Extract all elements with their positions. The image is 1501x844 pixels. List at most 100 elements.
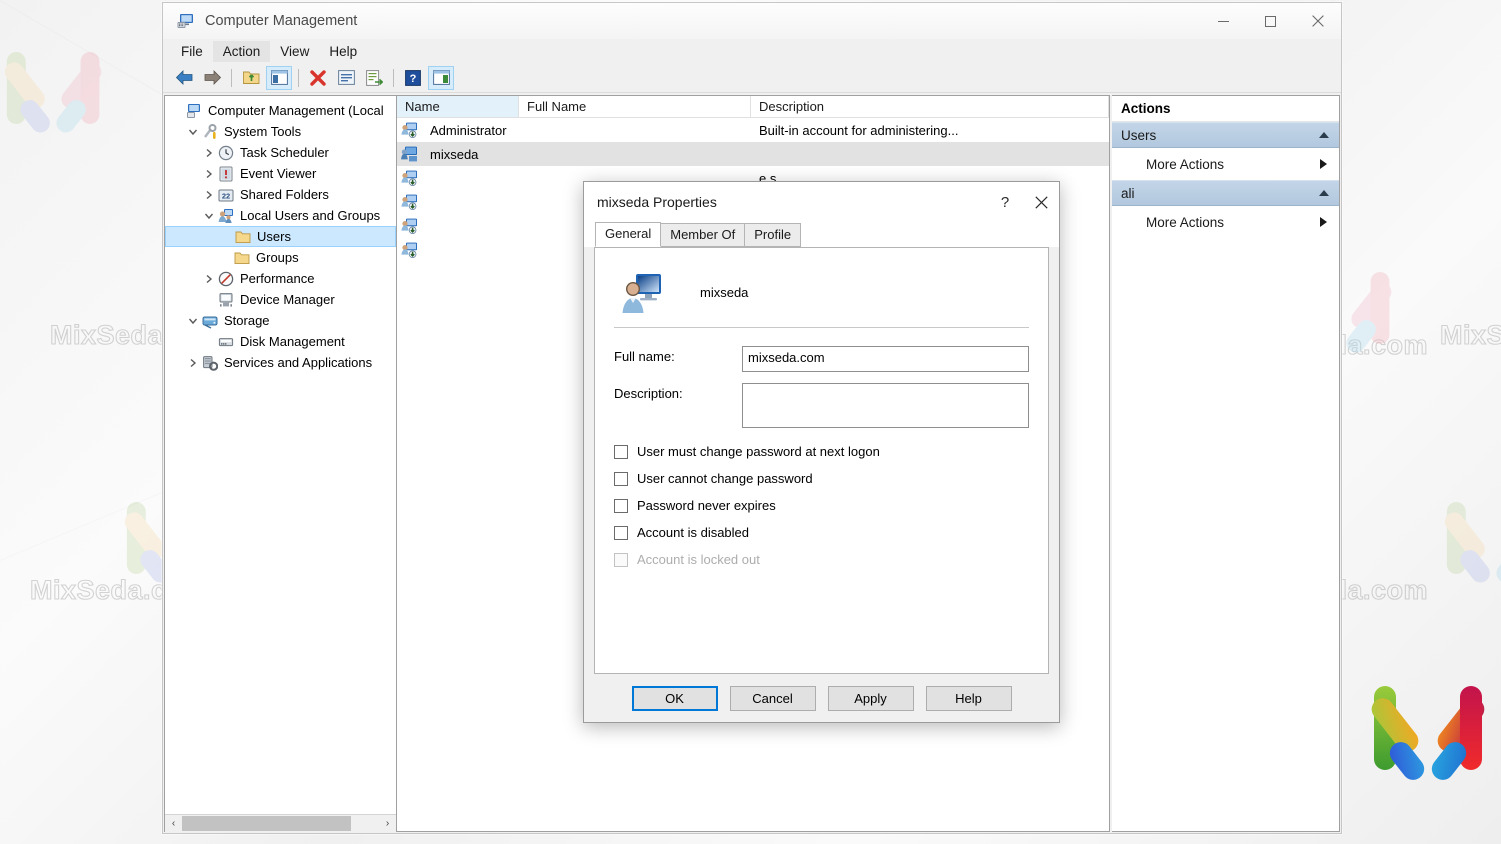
chevron-down-icon[interactable] (185, 316, 201, 326)
tree-node-services-and-applications[interactable]: Services and Applications (165, 352, 396, 373)
scroll-right-icon[interactable]: › (379, 815, 396, 832)
checkbox-label: Account is disabled (637, 525, 749, 540)
description-input[interactable] (742, 383, 1029, 428)
tab-general[interactable]: General (595, 222, 661, 247)
menu-help[interactable]: Help (319, 41, 367, 62)
tree-node-label: System Tools (224, 124, 301, 139)
actions-group-label: Users (1121, 128, 1156, 143)
collapse-caret-icon[interactable] (1319, 190, 1329, 196)
dialog-user-header: mixseda (614, 265, 1029, 320)
cancel-button[interactable]: Cancel (730, 686, 816, 711)
tree-node-system-tools[interactable]: System Tools (165, 121, 396, 142)
tree-node-label: Computer Management (Local (208, 103, 384, 118)
checkbox-password-never-expires[interactable] (614, 499, 628, 513)
tree-node-storage[interactable]: Storage (165, 310, 396, 331)
apply-button[interactable]: Apply (828, 686, 914, 711)
tree-node-computer-management-local[interactable]: Computer Management (Local (165, 100, 396, 121)
toolbar-separator (231, 69, 232, 87)
show-hide-tree-icon[interactable] (266, 66, 292, 90)
help-icon[interactable]: ? (400, 66, 426, 90)
system-tools-icon (201, 124, 219, 140)
actions-group-label: ali (1121, 186, 1135, 201)
dialog-help-button[interactable]: ? (987, 186, 1023, 218)
user-account-icon (401, 242, 418, 258)
tree-node-task-scheduler[interactable]: Task Scheduler (165, 142, 396, 163)
checkbox-user-must-change-password-at-next-logon[interactable] (614, 445, 628, 459)
checkbox-row[interactable]: User must change password at next logon (614, 439, 1029, 464)
delete-icon[interactable] (305, 66, 331, 90)
column-header-description[interactable]: Description (751, 96, 1109, 118)
tree-node-label: Task Scheduler (240, 145, 329, 160)
folder-icon (233, 250, 251, 266)
up-one-level-icon[interactable] (238, 66, 264, 90)
description-label: Description: (614, 383, 742, 401)
chevron-down-icon[interactable] (185, 127, 201, 137)
tree-node-label: Local Users and Groups (240, 208, 380, 223)
scroll-track[interactable] (182, 815, 379, 832)
tree-node-shared-folders[interactable]: 22Shared Folders (165, 184, 396, 205)
actions-group-header-users[interactable]: Users (1112, 122, 1339, 148)
menu-view[interactable]: View (270, 41, 319, 62)
tree-node-device-manager[interactable]: Device Manager (165, 289, 396, 310)
tree-node-local-users-and-groups[interactable]: Local Users and Groups (165, 205, 396, 226)
checkbox-row[interactable]: Password never expires (614, 493, 1029, 518)
chevron-right-icon[interactable] (201, 190, 217, 200)
console-tree-pane: Computer Management (Local System Tools Ta… (164, 95, 396, 832)
checkbox-account-is-locked-out (614, 553, 628, 567)
chevron-right-icon[interactable] (201, 274, 217, 284)
tree-node-disk-management[interactable]: Disk Management (165, 331, 396, 352)
chevron-down-icon[interactable] (201, 211, 217, 221)
scroll-left-icon[interactable]: ‹ (165, 815, 182, 832)
ok-button[interactable]: OK (632, 686, 718, 711)
action-more-actions[interactable]: More Actions (1112, 148, 1339, 180)
column-header-full-name[interactable]: Full Name (519, 96, 751, 118)
help-button[interactable]: Help (926, 686, 1012, 711)
forward-icon[interactable] (199, 66, 225, 90)
full-name-input[interactable]: mixseda.com (742, 346, 1029, 372)
show-action-pane-icon[interactable] (428, 66, 454, 90)
tab-member-of[interactable]: Member Of (660, 223, 745, 247)
scroll-thumb[interactable] (182, 816, 351, 831)
action-more-actions[interactable]: More Actions (1112, 206, 1339, 238)
computer-icon (185, 103, 203, 119)
tree-node-event-viewer[interactable]: Event Viewer (165, 163, 396, 184)
menu-file[interactable]: File (171, 41, 213, 62)
chevron-right-icon[interactable] (201, 148, 217, 158)
tree-horizontal-scrollbar[interactable]: ‹ › (165, 814, 396, 831)
tree-node-performance[interactable]: Performance (165, 268, 396, 289)
collapse-caret-icon[interactable] (1319, 132, 1329, 138)
column-header-name[interactable]: Name (397, 96, 519, 118)
computer-management-window: Computer Management File Action View Hel… (162, 2, 1342, 834)
tree-node-groups[interactable]: Groups (165, 247, 396, 268)
checkbox-row[interactable]: Account is disabled (614, 520, 1029, 545)
list-column-headers: NameFull NameDescription (397, 96, 1109, 118)
checkbox-account-is-disabled[interactable] (614, 526, 628, 540)
menubar: File Action View Help (163, 39, 1341, 63)
close-button[interactable] (1294, 3, 1341, 39)
maximize-button[interactable] (1247, 3, 1294, 39)
checkbox-row[interactable]: User cannot change password (614, 466, 1029, 491)
checkbox-user-cannot-change-password[interactable] (614, 472, 628, 486)
actions-group-header-ali[interactable]: ali (1112, 180, 1339, 206)
minimize-button[interactable] (1200, 3, 1247, 39)
properties-icon[interactable] (333, 66, 359, 90)
cell-name: mixseda (422, 147, 519, 162)
table-row[interactable]: AdministratorBuilt-in account for admini… (397, 118, 1109, 142)
device-manager-icon (217, 292, 235, 308)
chevron-right-icon[interactable] (185, 358, 201, 368)
back-icon[interactable] (171, 66, 197, 90)
folder-icon (234, 229, 252, 245)
dialog-titlebar: mixseda Properties ? (584, 182, 1059, 222)
menu-action[interactable]: Action (213, 41, 271, 62)
dialog-title: mixseda Properties (597, 194, 987, 210)
tree-node-users[interactable]: Users (165, 226, 396, 247)
dialog-close-button[interactable] (1023, 186, 1059, 218)
toolbar-separator (393, 69, 394, 87)
dialog-checkbox-group: User must change password at next logonU… (614, 439, 1029, 572)
table-row[interactable]: mixseda (397, 142, 1109, 166)
toolbar-separator (298, 69, 299, 87)
tab-profile[interactable]: Profile (744, 223, 801, 247)
chevron-right-icon[interactable] (201, 169, 217, 179)
shared-folders-icon: 22 (217, 187, 235, 203)
export-list-icon[interactable] (361, 66, 387, 90)
